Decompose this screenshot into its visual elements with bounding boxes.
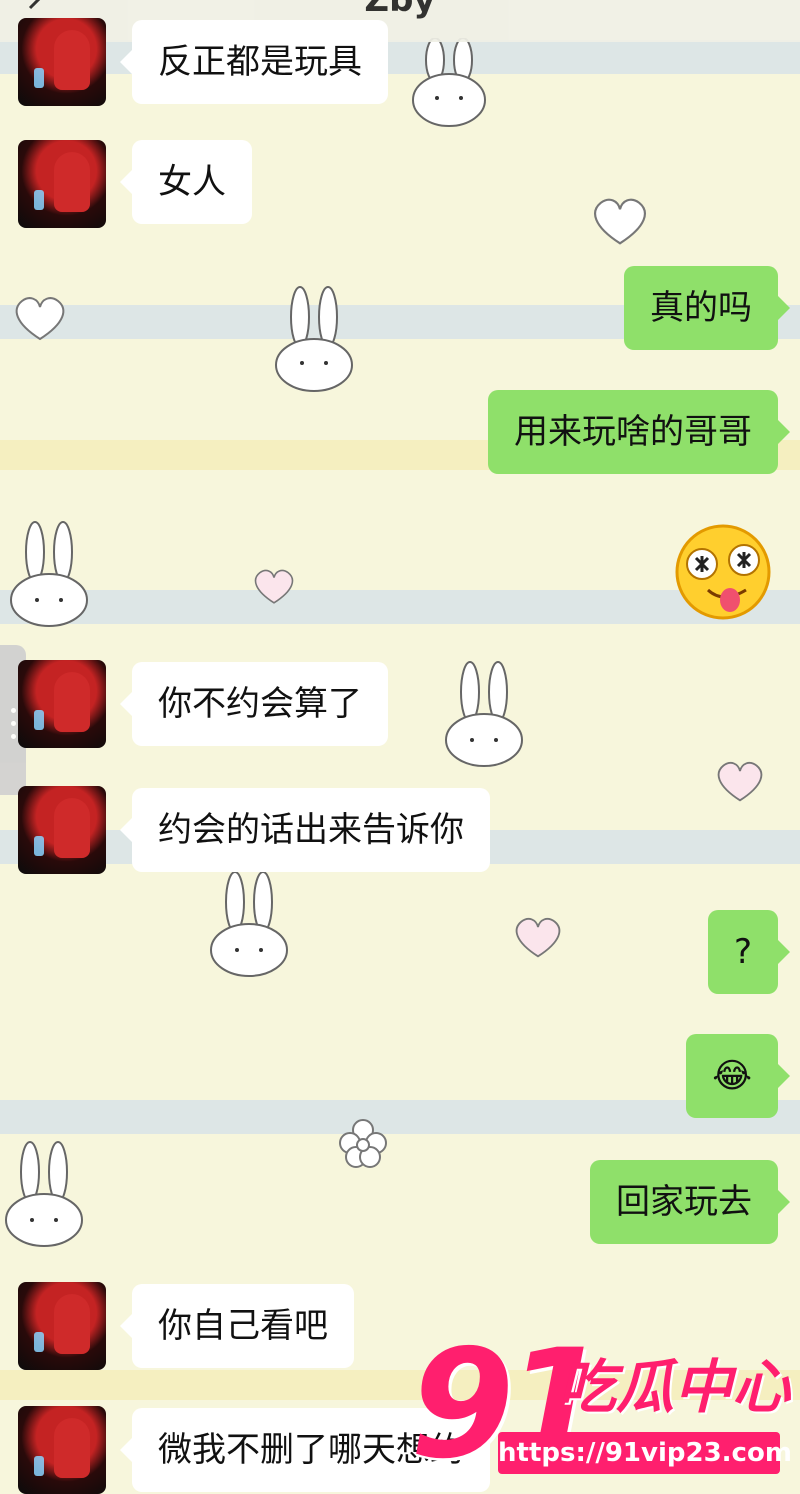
outgoing-message[interactable]: 回家玩去 <box>590 1160 790 1244</box>
heart-sticker <box>254 569 294 604</box>
chat-header: Zby <box>0 0 800 42</box>
outgoing-message[interactable]: ? <box>707 910 791 994</box>
incoming-message[interactable]: 约会的话出来告诉你 <box>120 788 490 872</box>
incoming-message[interactable]: 你自己看吧 <box>120 1284 354 1368</box>
chat-title: Zby <box>364 0 436 20</box>
incoming-message[interactable]: 女人 <box>120 140 252 224</box>
flower-sticker <box>339 1119 387 1168</box>
bunny-sticker <box>275 286 353 392</box>
outgoing-message[interactable]: 😂 <box>686 1034 790 1118</box>
heart-sticker <box>594 198 646 245</box>
contact-avatar[interactable] <box>18 140 106 228</box>
bunny-sticker <box>412 38 486 127</box>
contact-avatar[interactable] <box>18 660 106 748</box>
bunny-sticker <box>5 1141 83 1247</box>
bunny-sticker <box>445 661 523 767</box>
wallpaper-stripe <box>0 1100 800 1134</box>
watermark-url: https://91vip23.com <box>498 1432 792 1474</box>
outgoing-message[interactable]: 真的吗 <box>624 266 790 350</box>
contact-avatar[interactable] <box>18 1406 106 1494</box>
watermark-name: 吃瓜中心 <box>558 1353 791 1421</box>
heart-sticker <box>515 917 561 958</box>
heart-sticker <box>717 761 763 802</box>
contact-avatar[interactable] <box>18 18 106 106</box>
incoming-message[interactable]: 你不约会算了 <box>120 662 388 746</box>
outgoing-message[interactable]: 用来玩啥的哥哥 <box>488 390 790 474</box>
bunny-sticker <box>10 521 88 627</box>
money-eyes-tongue-emoji[interactable] <box>668 524 778 620</box>
contact-avatar[interactable] <box>18 1282 106 1370</box>
heart-sticker <box>15 297 65 341</box>
contact-avatar[interactable] <box>18 786 106 874</box>
incoming-message[interactable]: 反正都是玩具 <box>120 20 388 104</box>
bunny-sticker <box>210 871 288 977</box>
